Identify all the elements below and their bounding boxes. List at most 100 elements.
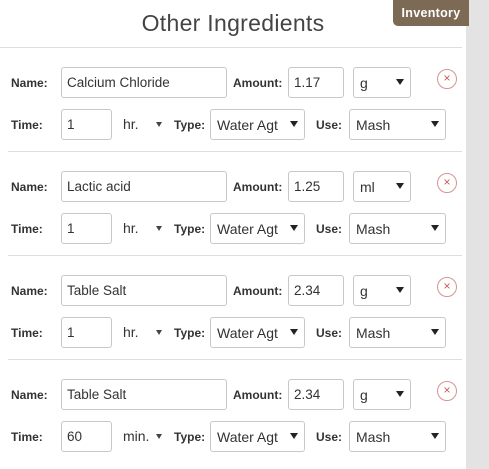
type-value: Water Agt <box>217 428 278 445</box>
chevron-down-icon <box>156 122 162 127</box>
name-value: Table Salt <box>67 283 127 298</box>
use-value: Mash <box>356 220 391 237</box>
name-value: Calcium Chloride <box>67 75 170 90</box>
chevron-down-icon <box>290 433 298 439</box>
close-circle-icon: × <box>443 279 451 293</box>
type-select[interactable]: Water Agt <box>210 317 305 348</box>
ingredient-row: Name: Table Salt Amount: 2.34 g × Time: … <box>0 360 466 464</box>
type-value: Water Agt <box>217 324 278 341</box>
amount-unit-value: g <box>360 282 368 299</box>
amount-value: 2.34 <box>294 283 321 298</box>
use-value: Mash <box>356 116 391 133</box>
amount-value: 1.25 <box>294 179 321 194</box>
close-circle-icon: × <box>443 71 451 85</box>
chevron-down-icon <box>431 433 439 439</box>
use-select[interactable]: Mash <box>349 317 446 348</box>
chevron-down-icon <box>290 329 298 335</box>
use-select[interactable]: Mash <box>349 421 446 452</box>
name-label: Name: <box>11 388 48 402</box>
type-label: Type: <box>174 222 206 236</box>
amount-label: Amount: <box>233 76 283 90</box>
time-input[interactable]: 1 <box>61 213 112 244</box>
use-label: Use: <box>316 326 343 340</box>
type-select[interactable]: Water Agt <box>210 109 305 140</box>
chevron-down-icon <box>431 329 439 335</box>
time-value: 1 <box>67 221 75 236</box>
amount-label: Amount: <box>233 284 283 298</box>
amount-unit-select[interactable]: g <box>353 275 411 306</box>
chevron-down-icon <box>290 225 298 231</box>
amount-unit-value: ml <box>360 178 375 195</box>
chevron-down-icon <box>396 391 404 397</box>
amount-value: 1.17 <box>294 75 321 90</box>
use-select[interactable]: Mash <box>349 213 446 244</box>
chevron-down-icon <box>290 121 298 127</box>
amount-input[interactable]: 1.17 <box>288 67 344 98</box>
remove-ingredient-button[interactable]: × <box>437 173 457 193</box>
chevron-down-icon <box>396 79 404 85</box>
name-input[interactable]: Calcium Chloride <box>61 67 227 98</box>
remove-ingredient-button[interactable]: × <box>437 381 457 401</box>
use-label: Use: <box>316 222 343 236</box>
time-input[interactable]: 60 <box>61 421 112 452</box>
time-label: Time: <box>11 222 43 236</box>
time-label: Time: <box>11 430 43 444</box>
name-input[interactable]: Table Salt <box>61 379 227 410</box>
amount-value: 2.34 <box>294 387 321 402</box>
time-input[interactable]: 1 <box>61 109 112 140</box>
type-value: Water Agt <box>217 116 278 133</box>
close-circle-icon: × <box>443 383 451 397</box>
amount-label: Amount: <box>233 388 283 402</box>
amount-unit-value: g <box>360 386 368 403</box>
time-label: Time: <box>11 118 43 132</box>
remove-ingredient-button[interactable]: × <box>437 277 457 297</box>
chevron-down-icon <box>396 183 404 189</box>
ingredient-row: Name: Calcium Chloride Amount: 1.17 g × … <box>0 48 466 152</box>
time-unit-select[interactable]: hr. <box>123 220 139 236</box>
time-value: 60 <box>67 429 83 444</box>
type-select[interactable]: Water Agt <box>210 213 305 244</box>
amount-input[interactable]: 1.25 <box>288 171 344 202</box>
right-sidebar <box>466 0 489 469</box>
name-value: Table Salt <box>67 387 127 402</box>
time-input[interactable]: 1 <box>61 317 112 348</box>
time-label: Time: <box>11 326 43 340</box>
other-ingredients-panel: Other Ingredients Name: Calcium Chloride… <box>0 0 466 469</box>
name-label: Name: <box>11 76 48 90</box>
use-label: Use: <box>316 118 343 132</box>
type-label: Type: <box>174 326 206 340</box>
name-value: Lactic acid <box>67 179 131 194</box>
amount-input[interactable]: 2.34 <box>288 275 344 306</box>
time-unit-select[interactable]: hr. <box>123 324 139 340</box>
chevron-down-icon <box>431 121 439 127</box>
time-unit-select[interactable]: min. <box>123 428 149 444</box>
amount-unit-value: g <box>360 74 368 91</box>
inventory-tab[interactable]: Inventory <box>393 0 469 26</box>
ingredient-row: Name: Lactic acid Amount: 1.25 ml × Time… <box>0 152 466 256</box>
name-label: Name: <box>11 180 48 194</box>
amount-input[interactable]: 2.34 <box>288 379 344 410</box>
use-label: Use: <box>316 430 343 444</box>
close-circle-icon: × <box>443 175 451 189</box>
amount-unit-select[interactable]: ml <box>353 171 411 202</box>
name-input[interactable]: Lactic acid <box>61 171 227 202</box>
remove-ingredient-button[interactable]: × <box>437 69 457 89</box>
type-label: Type: <box>174 118 206 132</box>
type-select[interactable]: Water Agt <box>210 421 305 452</box>
name-input[interactable]: Table Salt <box>61 275 227 306</box>
ingredient-row: Name: Table Salt Amount: 2.34 g × Time: … <box>0 256 466 360</box>
chevron-down-icon <box>156 330 162 335</box>
time-value: 1 <box>67 117 75 132</box>
use-value: Mash <box>356 428 391 445</box>
use-select[interactable]: Mash <box>349 109 446 140</box>
type-value: Water Agt <box>217 220 278 237</box>
chevron-down-icon <box>156 434 162 439</box>
amount-unit-select[interactable]: g <box>353 67 411 98</box>
amount-label: Amount: <box>233 180 283 194</box>
name-label: Name: <box>11 284 48 298</box>
chevron-down-icon <box>396 287 404 293</box>
type-label: Type: <box>174 430 206 444</box>
amount-unit-select[interactable]: g <box>353 379 411 410</box>
time-unit-select[interactable]: hr. <box>123 116 139 132</box>
chevron-down-icon <box>156 226 162 231</box>
